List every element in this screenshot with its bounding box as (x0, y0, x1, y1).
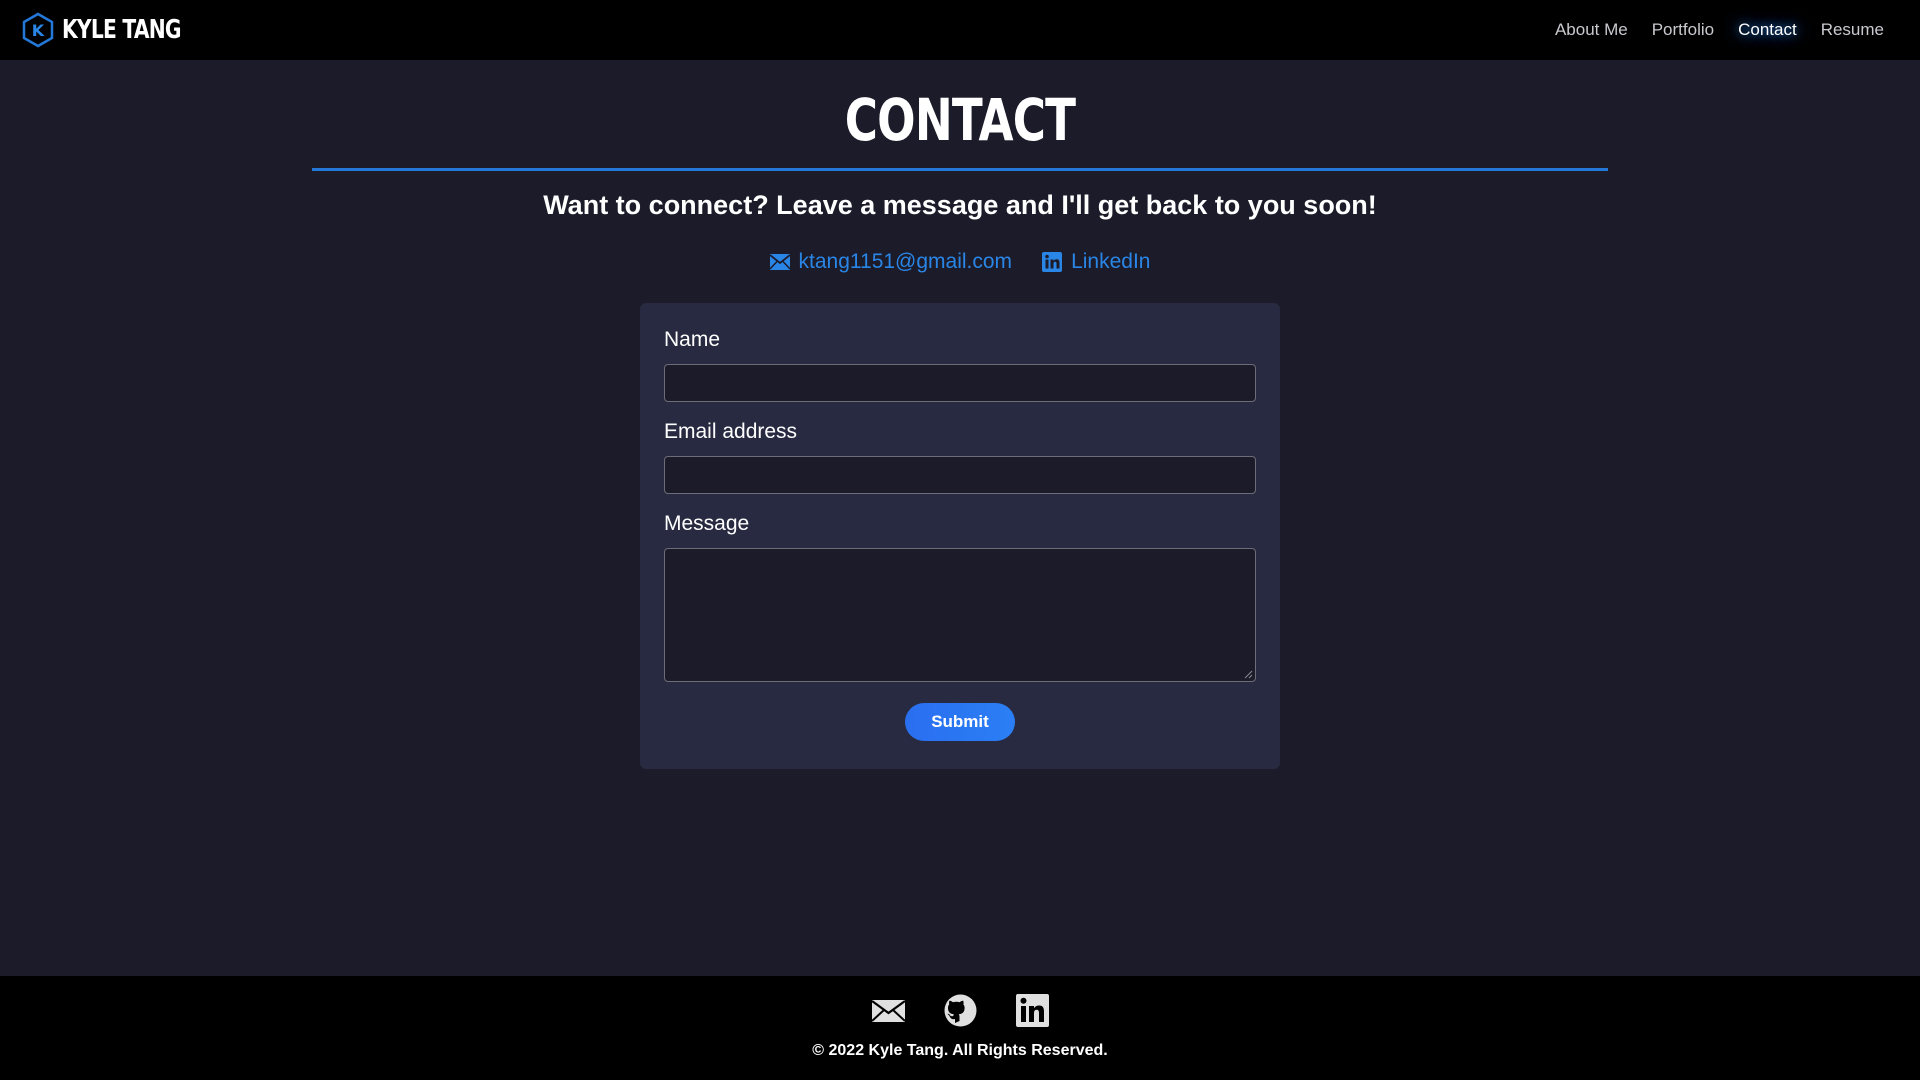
linkedin-link-label: LinkedIn (1071, 250, 1151, 273)
email-link[interactable]: ktang1151@gmail.com (769, 250, 1013, 274)
footer-social-icons (0, 993, 1920, 1028)
navbar: K KYLE TANG About Me Portfolio Contact R… (0, 0, 1920, 60)
envelope-icon[interactable] (870, 993, 906, 1028)
nav-portfolio[interactable]: Portfolio (1640, 14, 1726, 46)
resize-handle-icon[interactable] (1243, 669, 1253, 679)
contact-form: Name Email address Message Submit (640, 303, 1280, 769)
email-link-label: ktang1151@gmail.com (798, 250, 1013, 273)
email-input[interactable] (664, 456, 1256, 494)
message-label: Message (664, 512, 750, 535)
nav-about-me[interactable]: About Me (1543, 14, 1640, 46)
nav-resume[interactable]: Resume (1809, 14, 1896, 46)
name-input[interactable] (664, 364, 1256, 402)
linkedin-icon[interactable] (1015, 993, 1050, 1028)
brand-logo-icon: K (22, 12, 54, 48)
linkedin-icon (1042, 252, 1063, 272)
brand-home-link[interactable]: K KYLE TANG (22, 12, 214, 48)
page-title: CONTACT (844, 86, 1076, 154)
contact-links: ktang1151@gmail.com LinkedIn (0, 250, 1920, 274)
title-divider (312, 168, 1608, 171)
submit-button[interactable]: Submit (905, 703, 1015, 741)
main-content: CONTACT Want to connect? Leave a message… (0, 60, 1920, 976)
brand-logo-letter: K (32, 21, 45, 40)
tagline: Want to connect? Leave a message and I'l… (543, 190, 1377, 220)
message-textarea[interactable] (664, 548, 1256, 682)
email-label: Email address (664, 420, 798, 443)
brand-name: KYLE TANG (62, 15, 182, 45)
nav-links: About Me Portfolio Contact Resume (1543, 14, 1896, 46)
github-icon[interactable] (943, 993, 978, 1028)
name-label: Name (664, 328, 721, 351)
envelope-icon (769, 254, 790, 270)
copyright-text: © 2022 Kyle Tang. All Rights Reserved. (812, 1042, 1108, 1059)
linkedin-link[interactable]: LinkedIn (1042, 250, 1150, 274)
nav-contact[interactable]: Contact (1726, 14, 1809, 46)
footer: © 2022 Kyle Tang. All Rights Reserved. (0, 976, 1920, 1080)
